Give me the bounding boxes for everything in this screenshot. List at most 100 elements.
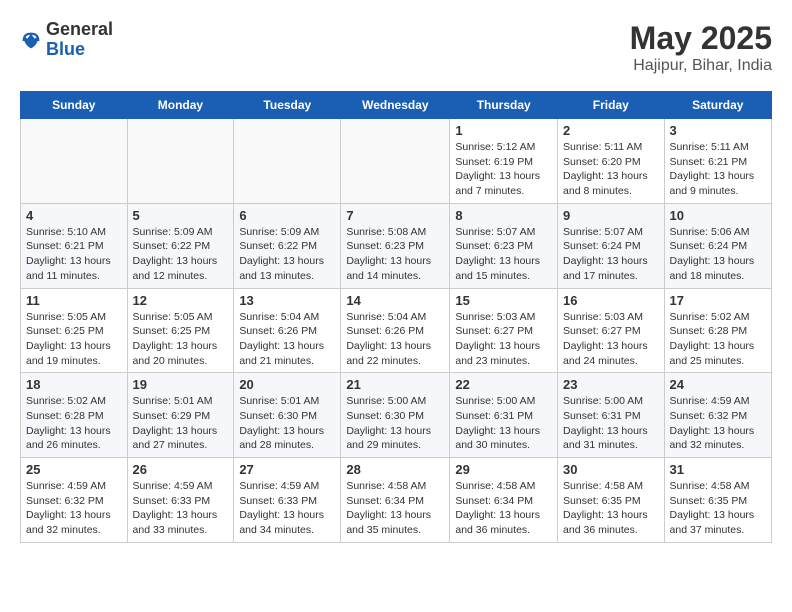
- day-info: Sunrise: 4:59 AM Sunset: 6:32 PM Dayligh…: [26, 479, 122, 538]
- calendar-cell: 17Sunrise: 5:02 AM Sunset: 6:28 PM Dayli…: [664, 288, 771, 373]
- day-number: 20: [239, 377, 335, 392]
- day-info: Sunrise: 5:07 AM Sunset: 6:24 PM Dayligh…: [563, 225, 659, 284]
- day-number: 27: [239, 462, 335, 477]
- day-info: Sunrise: 4:59 AM Sunset: 6:33 PM Dayligh…: [133, 479, 229, 538]
- calendar-cell: 27 Sunrise: 4:59 AM Sunset: 6:33 PM Dayli…: [234, 458, 341, 543]
- day-info: Sunrise: 4:59 AM Sunset: 6:33 PM Dayligh…: [239, 479, 335, 538]
- day-info: Sunrise: 5:05 AM Sunset: 6:25 PM Dayligh…: [26, 310, 122, 369]
- day-info: Sunrise: 4:58 AM Sunset: 6:34 PM Dayligh…: [346, 479, 444, 538]
- day-number: 25: [26, 462, 122, 477]
- calendar-cell: 10 Sunrise: 5:06 AM Sunset: 6:24 PM Dayli…: [664, 203, 771, 288]
- calendar-cell: 14Sunrise: 5:04 AM Sunset: 6:26 PM Dayli…: [341, 288, 450, 373]
- day-number: 6: [239, 208, 335, 223]
- logo-line1: General: [46, 20, 113, 40]
- calendar-cell: [234, 119, 341, 204]
- day-info: Sunrise: 5:10 AM Sunset: 6:21 PM Dayligh…: [26, 225, 122, 284]
- day-number: 13: [239, 293, 335, 308]
- week-row-1: 1Sunrise: 5:12 AM Sunset: 6:19 PM Daylig…: [21, 119, 772, 204]
- calendar-cell: 5 Sunrise: 5:09 AM Sunset: 6:22 PM Daylig…: [127, 203, 234, 288]
- week-row-5: 25 Sunrise: 4:59 AM Sunset: 6:32 PM Dayli…: [21, 458, 772, 543]
- calendar-cell: 15 Sunrise: 5:03 AM Sunset: 6:27 PM Dayli…: [450, 288, 558, 373]
- day-info: Sunrise: 5:03 AM Sunset: 6:27 PM Dayligh…: [563, 310, 659, 369]
- calendar-header: SundayMondayTuesdayWednesdayThursdayFrid…: [21, 92, 772, 119]
- header-day-friday: Friday: [558, 92, 665, 119]
- day-info: Sunrise: 5:00 AM Sunset: 6:31 PM Dayligh…: [455, 394, 552, 453]
- day-number: 7: [346, 208, 444, 223]
- title-block: May 2025 Hajipur, Bihar, India: [630, 20, 772, 75]
- day-info: Sunrise: 5:11 AM Sunset: 6:20 PM Dayligh…: [563, 140, 659, 199]
- day-number: 22: [455, 377, 552, 392]
- day-info: Sunrise: 4:58 AM Sunset: 6:34 PM Dayligh…: [455, 479, 552, 538]
- calendar-cell: 2Sunrise: 5:11 AM Sunset: 6:20 PM Daylig…: [558, 119, 665, 204]
- day-number: 14: [346, 293, 444, 308]
- day-info: Sunrise: 5:00 AM Sunset: 6:30 PM Dayligh…: [346, 394, 444, 453]
- day-number: 17: [670, 293, 766, 308]
- calendar-cell: 6 Sunrise: 5:09 AM Sunset: 6:22 PM Daylig…: [234, 203, 341, 288]
- day-info: Sunrise: 5:07 AM Sunset: 6:23 PM Dayligh…: [455, 225, 552, 284]
- day-info: Sunrise: 5:04 AM Sunset: 6:26 PM Dayligh…: [239, 310, 335, 369]
- day-number: 15: [455, 293, 552, 308]
- day-number: 9: [563, 208, 659, 223]
- day-number: 23: [563, 377, 659, 392]
- header-day-wednesday: Wednesday: [341, 92, 450, 119]
- calendar-cell: 1Sunrise: 5:12 AM Sunset: 6:19 PM Daylig…: [450, 119, 558, 204]
- calendar-cell: 22 Sunrise: 5:00 AM Sunset: 6:31 PM Dayli…: [450, 373, 558, 458]
- calendar-cell: [21, 119, 128, 204]
- calendar-cell: 11Sunrise: 5:05 AM Sunset: 6:25 PM Dayli…: [21, 288, 128, 373]
- calendar-cell: 21 Sunrise: 5:00 AM Sunset: 6:30 PM Dayli…: [341, 373, 450, 458]
- calendar-cell: 18Sunrise: 5:02 AM Sunset: 6:28 PM Dayli…: [21, 373, 128, 458]
- day-info: Sunrise: 4:59 AM Sunset: 6:32 PM Dayligh…: [670, 394, 766, 453]
- page-header: General Blue May 2025 Hajipur, Bihar, In…: [20, 20, 772, 75]
- day-info: Sunrise: 5:01 AM Sunset: 6:30 PM Dayligh…: [239, 394, 335, 453]
- day-number: 21: [346, 377, 444, 392]
- day-info: Sunrise: 4:58 AM Sunset: 6:35 PM Dayligh…: [670, 479, 766, 538]
- calendar-cell: [127, 119, 234, 204]
- day-number: 12: [133, 293, 229, 308]
- logo-icon: [20, 30, 42, 52]
- calendar-cell: 23 Sunrise: 5:00 AM Sunset: 6:31 PM Dayli…: [558, 373, 665, 458]
- day-number: 19: [133, 377, 229, 392]
- day-number: 3: [670, 123, 766, 138]
- header-day-tuesday: Tuesday: [234, 92, 341, 119]
- calendar-cell: 29Sunrise: 4:58 AM Sunset: 6:34 PM Dayli…: [450, 458, 558, 543]
- calendar-cell: [341, 119, 450, 204]
- day-number: 24: [670, 377, 766, 392]
- calendar-cell: 26 Sunrise: 4:59 AM Sunset: 6:33 PM Dayli…: [127, 458, 234, 543]
- day-number: 1: [455, 123, 552, 138]
- calendar-cell: 19 Sunrise: 5:01 AM Sunset: 6:29 PM Dayli…: [127, 373, 234, 458]
- day-info: Sunrise: 5:05 AM Sunset: 6:25 PM Dayligh…: [133, 310, 229, 369]
- day-info: Sunrise: 5:03 AM Sunset: 6:27 PM Dayligh…: [455, 310, 552, 369]
- calendar-cell: 25 Sunrise: 4:59 AM Sunset: 6:32 PM Dayli…: [21, 458, 128, 543]
- day-number: 26: [133, 462, 229, 477]
- calendar-cell: 13 Sunrise: 5:04 AM Sunset: 6:26 PM Dayli…: [234, 288, 341, 373]
- day-number: 4: [26, 208, 122, 223]
- day-number: 10: [670, 208, 766, 223]
- calendar-cell: 30 Sunrise: 4:58 AM Sunset: 6:35 PM Dayli…: [558, 458, 665, 543]
- header-day-sunday: Sunday: [21, 92, 128, 119]
- calendar-cell: 3 Sunrise: 5:11 AM Sunset: 6:21 PM Daylig…: [664, 119, 771, 204]
- day-number: 28: [346, 462, 444, 477]
- calendar-cell: 9 Sunrise: 5:07 AM Sunset: 6:24 PM Daylig…: [558, 203, 665, 288]
- week-row-3: 11Sunrise: 5:05 AM Sunset: 6:25 PM Dayli…: [21, 288, 772, 373]
- day-info: Sunrise: 5:00 AM Sunset: 6:31 PM Dayligh…: [563, 394, 659, 453]
- day-info: Sunrise: 4:58 AM Sunset: 6:35 PM Dayligh…: [563, 479, 659, 538]
- day-number: 30: [563, 462, 659, 477]
- calendar-cell: 7 Sunrise: 5:08 AM Sunset: 6:23 PM Daylig…: [341, 203, 450, 288]
- day-info: Sunrise: 5:09 AM Sunset: 6:22 PM Dayligh…: [239, 225, 335, 284]
- page-subtitle: Hajipur, Bihar, India: [630, 57, 772, 75]
- calendar-cell: 31 Sunrise: 4:58 AM Sunset: 6:35 PM Dayli…: [664, 458, 771, 543]
- day-info: Sunrise: 5:08 AM Sunset: 6:23 PM Dayligh…: [346, 225, 444, 284]
- day-info: Sunrise: 5:02 AM Sunset: 6:28 PM Dayligh…: [26, 394, 122, 453]
- day-info: Sunrise: 5:06 AM Sunset: 6:24 PM Dayligh…: [670, 225, 766, 284]
- calendar-table: SundayMondayTuesdayWednesdayThursdayFrid…: [20, 91, 772, 543]
- day-number: 5: [133, 208, 229, 223]
- day-info: Sunrise: 5:11 AM Sunset: 6:21 PM Dayligh…: [670, 140, 766, 199]
- logo-text: General Blue: [46, 20, 113, 60]
- day-number: 31: [670, 462, 766, 477]
- calendar-cell: 12 Sunrise: 5:05 AM Sunset: 6:25 PM Dayli…: [127, 288, 234, 373]
- day-info: Sunrise: 5:01 AM Sunset: 6:29 PM Dayligh…: [133, 394, 229, 453]
- calendar-cell: 16Sunrise: 5:03 AM Sunset: 6:27 PM Dayli…: [558, 288, 665, 373]
- day-info: Sunrise: 5:09 AM Sunset: 6:22 PM Dayligh…: [133, 225, 229, 284]
- page-title: May 2025: [630, 20, 772, 57]
- day-number: 8: [455, 208, 552, 223]
